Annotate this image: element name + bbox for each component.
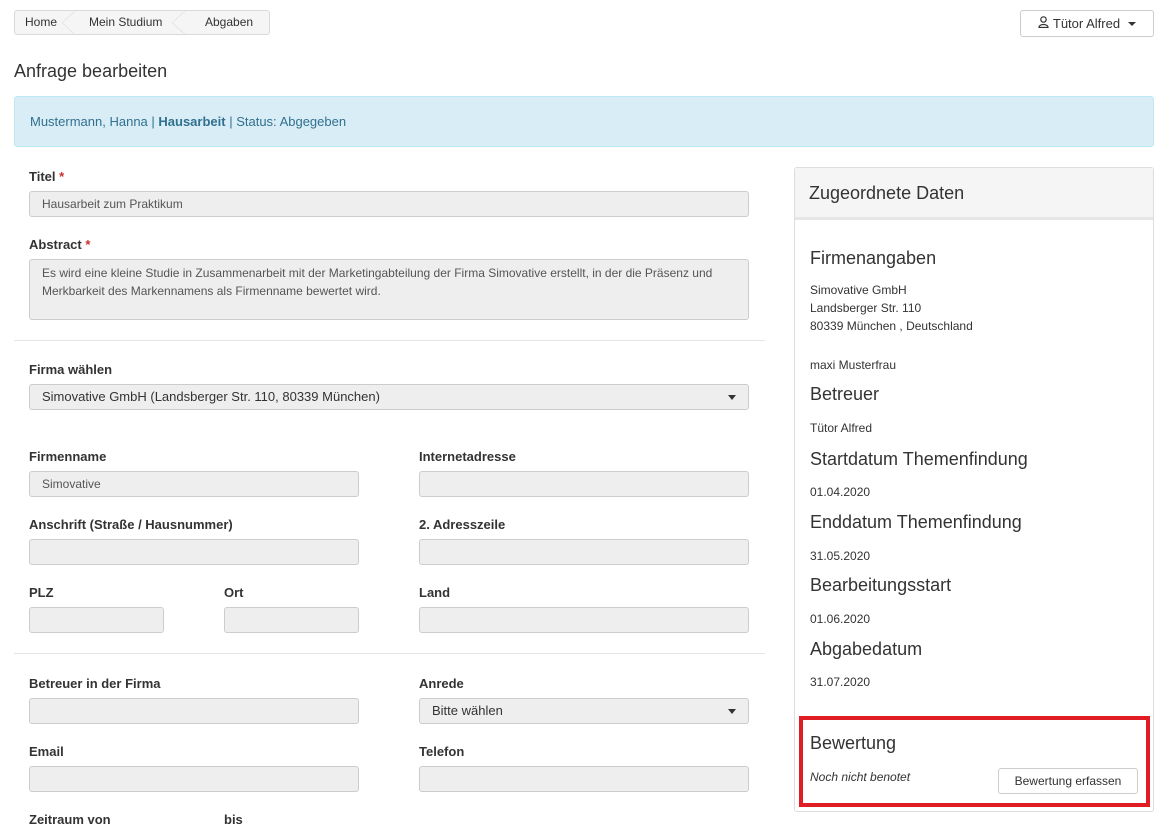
bearbeitungsstart-value: 01.06.2020 bbox=[810, 612, 871, 626]
startdatum-value: 01.04.2020 bbox=[810, 485, 871, 499]
anschrift-input[interactable] bbox=[29, 539, 359, 565]
required-marker: * bbox=[59, 169, 65, 184]
internetadresse-input[interactable] bbox=[419, 471, 749, 497]
email-input[interactable] bbox=[29, 766, 359, 792]
land-label: Land bbox=[419, 585, 451, 600]
anrede-select[interactable]: Bitte wählen bbox=[419, 698, 749, 724]
email-label: Email bbox=[29, 744, 64, 759]
firma-waehlen-label: Firma wählen bbox=[29, 362, 113, 377]
telefon-input[interactable] bbox=[419, 766, 749, 792]
firmenname-label: Firmenname bbox=[29, 449, 107, 464]
firmenangaben-heading: Firmenangaben bbox=[810, 248, 937, 268]
abgabedatum-heading: Abgabedatum bbox=[810, 639, 923, 659]
anschrift-label: Anschrift (Straße / Hausnummer) bbox=[29, 517, 233, 532]
separator: | bbox=[147, 114, 159, 129]
enddatum-heading: Enddatum Themenfindung bbox=[810, 512, 1022, 532]
internetadresse-label: Internetadresse bbox=[419, 449, 516, 464]
company-city: 80339 München , Deutschland bbox=[810, 319, 973, 333]
ort-label: Ort bbox=[224, 585, 244, 600]
firma-select[interactable]: Simovative GmbH (Landsberger Str. 110, 8… bbox=[29, 384, 749, 410]
enddatum-value: 31.05.2020 bbox=[810, 549, 871, 563]
adresszeile2-label: 2. Adresszeile bbox=[419, 517, 506, 532]
firma-select-value: Simovative GmbH (Landsberger Str. 110, 8… bbox=[42, 389, 380, 404]
zeitraum-von-label: Zeitraum von bbox=[29, 812, 111, 827]
ort-input[interactable] bbox=[224, 607, 359, 633]
breadcrumb: Home Mein Studium Abgaben bbox=[14, 10, 270, 35]
student-name: Mustermann, Hanna bbox=[30, 114, 148, 129]
betreuer-firma-input[interactable] bbox=[29, 698, 359, 724]
user-menu-button[interactable]: Tütor Alfred bbox=[1020, 10, 1154, 37]
submission-status: Status: Abgegeben bbox=[236, 114, 347, 129]
betreuer-firma-label: Betreuer in der Firma bbox=[29, 676, 161, 691]
company-contact: maxi Musterfrau bbox=[810, 358, 897, 372]
titel-label: Titel * bbox=[29, 169, 65, 184]
divider bbox=[14, 340, 765, 341]
chevron-down-icon bbox=[728, 709, 736, 714]
betreuer-value: Tütor Alfred bbox=[810, 421, 873, 435]
startdatum-heading: Startdatum Themenfindung bbox=[810, 449, 1028, 469]
firmenname-input[interactable] bbox=[29, 471, 359, 497]
breadcrumb-abgaben[interactable]: Abgaben bbox=[185, 11, 269, 34]
anrede-label: Anrede bbox=[419, 676, 464, 691]
breadcrumb-mein-studium[interactable]: Mein Studium bbox=[75, 11, 186, 34]
anrede-select-value: Bitte wählen bbox=[432, 703, 503, 718]
company-street: Landsberger Str. 110 bbox=[810, 301, 922, 315]
betreuer-heading: Betreuer bbox=[810, 384, 880, 404]
adresszeile2-input[interactable] bbox=[419, 539, 749, 565]
panel-title: Zugeordnete Daten bbox=[795, 168, 1153, 220]
breadcrumb-home[interactable]: Home bbox=[15, 11, 76, 34]
plz-input[interactable] bbox=[29, 607, 164, 633]
titel-input[interactable] bbox=[29, 191, 749, 217]
plz-label: PLZ bbox=[29, 585, 54, 600]
bis-label: bis bbox=[224, 812, 243, 827]
land-input[interactable] bbox=[419, 607, 749, 633]
required-marker: * bbox=[85, 237, 91, 252]
info-alert: Mustermann, Hanna | Hausarbeit | Status:… bbox=[14, 96, 1154, 147]
user-icon bbox=[1038, 16, 1049, 31]
divider bbox=[14, 653, 765, 654]
company-name: Simovative GmbH bbox=[810, 283, 907, 297]
user-menu-label: Tütor Alfred bbox=[1052, 16, 1121, 31]
separator: | bbox=[225, 114, 237, 129]
abstract-textarea[interactable]: Es wird eine kleine Studie in Zusammenar… bbox=[29, 259, 749, 320]
caret-down-icon bbox=[1128, 21, 1137, 26]
bearbeitungsstart-heading: Bearbeitungsstart bbox=[810, 575, 952, 595]
telefon-label: Telefon bbox=[419, 744, 465, 759]
page-title: Anfrage bearbeiten bbox=[14, 61, 168, 81]
bewertung-erfassen-button[interactable]: Bewertung erfassen bbox=[998, 768, 1138, 794]
chevron-down-icon bbox=[728, 395, 736, 400]
abgabedatum-value: 31.07.2020 bbox=[810, 675, 871, 689]
submission-type: Hausarbeit bbox=[158, 114, 226, 129]
abstract-label: Abstract * bbox=[29, 237, 91, 252]
